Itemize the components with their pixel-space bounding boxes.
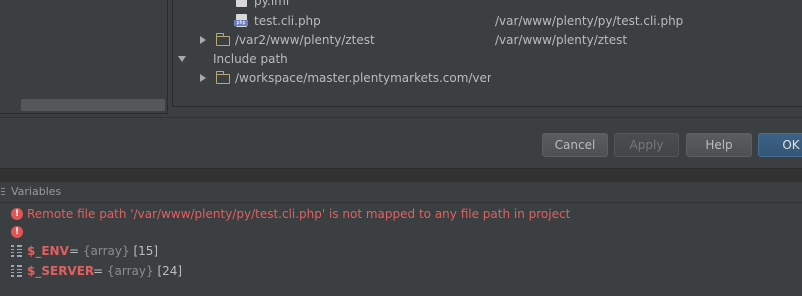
- variable-count: [24]: [157, 264, 183, 278]
- tree-row-ztest-folder[interactable]: /var2/www/plenty/ztest /var/www/plenty/z…: [197, 31, 797, 49]
- tree-row-label: test.cli.php: [254, 14, 321, 28]
- error-row[interactable]: ! Remote file path '/var/www/plenty/py/t…: [0, 205, 802, 223]
- horizontal-scrollbar-thumb[interactable]: [21, 99, 165, 111]
- variable-equals: =: [93, 264, 104, 278]
- collapse-arrow-icon[interactable]: [178, 56, 186, 62]
- variable-type: {array}: [106, 264, 154, 278]
- variables-panel-title: Variables: [11, 185, 62, 198]
- drag-handle-icon[interactable]: [1, 188, 5, 196]
- file-icon: [236, 0, 247, 7]
- variables-panel-header: Variables: [0, 182, 802, 203]
- array-icon: [11, 265, 23, 277]
- cancel-button[interactable]: Cancel: [542, 133, 608, 157]
- tree-row-test-cli-php[interactable]: php test.cli.php /var/www/plenty/py/test…: [234, 12, 796, 30]
- tree-row-remote-path: /var/www/plenty/py/test.cli.php: [495, 14, 684, 28]
- tree-row-label: /var2/www/plenty/ztest: [235, 33, 375, 47]
- variable-equals: =: [69, 244, 80, 258]
- left-list-pane[interactable]: [0, 0, 168, 114]
- folder-icon: [216, 71, 230, 84]
- folder-icon: [216, 33, 230, 46]
- tree-row-remote-path: /var/www/plenty/ztest: [495, 33, 628, 47]
- apply-button[interactable]: Apply: [614, 133, 679, 157]
- tree-row-include-path[interactable]: Include path: [177, 50, 477, 68]
- tree-row-label: /workspace/master.plentymarkets.com/venc: [235, 71, 491, 85]
- panel-splitter[interactable]: [0, 168, 802, 183]
- array-icon: [11, 245, 23, 257]
- variable-row-env[interactable]: $_ENV = {array} [15]: [0, 242, 802, 260]
- dialog-button-bar: Cancel Apply Help OK: [0, 117, 802, 168]
- variable-name: $_SERVER: [27, 264, 95, 278]
- variable-row-server[interactable]: $_SERVER = {array} [24]: [0, 262, 802, 280]
- help-button[interactable]: Help: [686, 133, 752, 157]
- variable-name: $_ENV: [27, 244, 69, 258]
- path-mapping-tree[interactable]: py.iml php test.cli.php /var/www/plenty/…: [172, 0, 802, 107]
- error-row[interactable]: !: [0, 223, 802, 241]
- variable-type: {array}: [82, 244, 130, 258]
- tree-row-label: py.iml: [254, 0, 290, 8]
- mapping-dialog: py.iml php test.cli.php /var/www/plenty/…: [0, 0, 802, 168]
- variable-value: = {array} [15]: [69, 242, 158, 260]
- variables-tree[interactable]: ! Remote file path '/var/www/plenty/py/t…: [0, 203, 802, 296]
- tree-row-workspace-folder[interactable]: /workspace/master.plentymarkets.com/venc: [197, 69, 491, 87]
- variable-count: [15]: [133, 244, 159, 258]
- error-icon: !: [11, 226, 23, 238]
- tree-row-label: Include path: [213, 52, 288, 66]
- ok-button[interactable]: OK: [758, 133, 802, 157]
- php-file-icon: php: [234, 14, 248, 27]
- error-icon: !: [11, 208, 23, 220]
- expand-arrow-icon[interactable]: [200, 36, 206, 44]
- variable-value: = {array} [24]: [93, 262, 182, 280]
- error-message: Remote file path '/var/www/plenty/py/tes…: [27, 207, 571, 221]
- expand-arrow-icon[interactable]: [200, 74, 206, 82]
